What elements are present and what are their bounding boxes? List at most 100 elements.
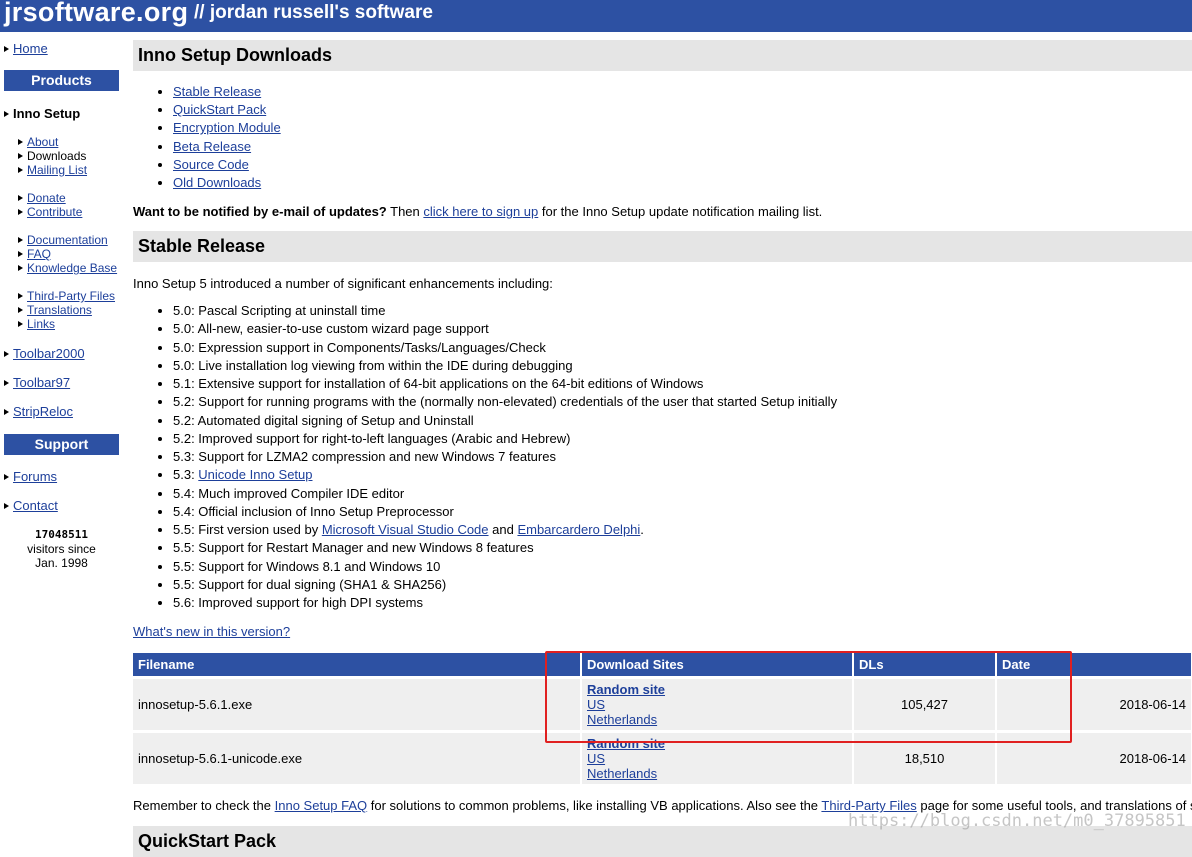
beta-release-link[interactable]: Beta Release: [173, 139, 251, 154]
dls-cell: 105,427: [853, 676, 997, 732]
vscode-link[interactable]: Microsoft Visual Studio Code: [322, 522, 489, 537]
translations-link[interactable]: Translations: [27, 303, 92, 317]
feature-item: 5.3: Unicode Inno Setup: [173, 466, 837, 484]
whats-new-row: What's new in this version?: [133, 624, 290, 639]
feature-prefix: 5.5: First version used by: [173, 522, 322, 537]
notify-paragraph: Want to be notified by e-mail of updates…: [133, 204, 822, 219]
stable-release-link[interactable]: Stable Release: [173, 84, 261, 99]
us-mirror-link[interactable]: US: [587, 751, 605, 766]
downloads-table: Filename Download Sites DLs Date innoset…: [133, 653, 1192, 784]
sidebar-sub-downloads: Downloads: [18, 149, 86, 163]
sidebar-sub-links[interactable]: Links: [18, 317, 55, 331]
whats-new-link[interactable]: What's new in this version?: [133, 624, 290, 639]
bullet-triangle-icon: [4, 380, 9, 386]
unicode-inno-setup-link[interactable]: Unicode Inno Setup: [198, 467, 312, 482]
sidebar-sub-contribute[interactable]: Contribute: [18, 205, 82, 219]
contribute-link[interactable]: Contribute: [27, 205, 82, 219]
list-item: Source Code: [173, 156, 281, 174]
third-party-files-link[interactable]: Third-Party Files: [27, 289, 115, 303]
download-sites-cell: Random site US Netherlands: [581, 730, 854, 784]
source-code-link[interactable]: Source Code: [173, 157, 249, 172]
feature-item: 5.1: Extensive support for installation …: [173, 375, 837, 393]
site-logo[interactable]: jrsoftware.org: [4, 0, 188, 28]
old-downloads-link[interactable]: Old Downloads: [173, 175, 261, 190]
feature-item: 5.2: Support for running programs with t…: [173, 393, 837, 411]
dls-cell: 18,510: [853, 730, 997, 784]
visitor-counter: 17048511 visitors since Jan. 1998: [4, 528, 119, 570]
remember-mid-text: for solutions to common problems, like i…: [367, 798, 822, 813]
toolbar2000-link[interactable]: Toolbar2000: [13, 346, 85, 361]
notify-then-text: Then: [386, 204, 424, 219]
products-heading: Products: [4, 70, 119, 91]
sidebar-sub-faq[interactable]: FAQ: [18, 247, 51, 261]
sidebar-sub-documentation[interactable]: Documentation: [18, 233, 108, 247]
bullet-triangle-icon: [18, 307, 23, 313]
documentation-link[interactable]: Documentation: [27, 233, 108, 247]
links-link[interactable]: Links: [27, 317, 55, 331]
mailing-list-link[interactable]: Mailing List: [27, 163, 87, 177]
sidebar-sub-about[interactable]: About: [18, 135, 58, 149]
home-link[interactable]: Home: [13, 41, 48, 56]
sidebar-item-inno-setup: Inno Setup: [4, 106, 80, 121]
sidebar-sub-third-party[interactable]: Third-Party Files: [18, 289, 115, 303]
bullet-triangle-icon: [4, 46, 9, 52]
download-sites-cell: Random site US Netherlands: [581, 676, 854, 732]
list-item: Old Downloads: [173, 174, 281, 192]
sidebar-sub-translations[interactable]: Translations: [18, 303, 92, 317]
site-header: jrsoftware.org // jordan russell's softw…: [0, 0, 1192, 32]
forums-link[interactable]: Forums: [13, 469, 57, 484]
random-site-link[interactable]: Random site: [587, 682, 665, 697]
delphi-link[interactable]: Embarcardero Delphi: [517, 522, 640, 537]
remember-pre-text: Remember to check the: [133, 798, 275, 813]
feature-item: 5.4: Much improved Compiler IDE editor: [173, 485, 837, 503]
bullet-triangle-icon: [4, 351, 9, 357]
sidebar-sub-mailing-list[interactable]: Mailing List: [18, 163, 87, 177]
feature-item: 5.4: Official inclusion of Inno Setup Pr…: [173, 503, 837, 521]
date-cell: 2018-06-14: [996, 676, 1192, 732]
toolbar97-link[interactable]: Toolbar97: [13, 375, 70, 390]
faq-link[interactable]: FAQ: [27, 247, 51, 261]
random-site-link[interactable]: Random site: [587, 736, 665, 751]
sidebar-sub-donate[interactable]: Donate: [18, 191, 66, 205]
about-link[interactable]: About: [27, 135, 58, 149]
main-content: Inno Setup Downloads Stable Release Quic…: [133, 32, 1192, 857]
sidebar-item-toolbar97[interactable]: Toolbar97: [4, 375, 70, 390]
stripreloc-link[interactable]: StripReloc: [13, 404, 73, 419]
header-date: Date: [996, 653, 1192, 678]
sidebar-item-contact[interactable]: Contact: [4, 498, 58, 513]
feature-item: 5.0: All-new, easier-to-use custom wizar…: [173, 320, 837, 338]
bullet-triangle-icon: [4, 409, 9, 415]
us-mirror-link[interactable]: US: [587, 697, 605, 712]
sidebar-sub-knowledge-base[interactable]: Knowledge Base: [18, 261, 117, 275]
quickstart-pack-link[interactable]: QuickStart Pack: [173, 102, 266, 117]
stable-release-heading: Stable Release: [133, 231, 1192, 262]
section-links: Stable Release QuickStart Pack Encryptio…: [133, 83, 281, 192]
table-row: innosetup-5.6.1.exe Random site US Nethe…: [133, 676, 1192, 732]
contact-link[interactable]: Contact: [13, 498, 58, 513]
knowledge-base-link[interactable]: Knowledge Base: [27, 261, 117, 275]
signup-link[interactable]: click here to sign up: [423, 204, 538, 219]
table-row: innosetup-5.6.1-unicode.exe Random site …: [133, 730, 1192, 784]
sidebar-item-forums[interactable]: Forums: [4, 469, 57, 484]
intro-text: Inno Setup 5 introduced a number of sign…: [133, 276, 553, 291]
feature-item: 5.0: Expression support in Components/Ta…: [173, 339, 837, 357]
bullet-triangle-icon: [18, 293, 23, 299]
encryption-module-link[interactable]: Encryption Module: [173, 120, 281, 135]
feature-item: 5.5: First version used by Microsoft Vis…: [173, 521, 837, 539]
feature-prefix: 5.3:: [173, 467, 199, 483]
inno-setup-faq-link[interactable]: Inno Setup FAQ: [275, 798, 368, 813]
bullet-triangle-icon: [18, 153, 23, 159]
donate-link[interactable]: Donate: [27, 191, 66, 205]
downloads-current: Downloads: [27, 149, 87, 163]
feature-item: 5.3: Support for LZMA2 compression and n…: [173, 448, 837, 466]
netherlands-mirror-link[interactable]: Netherlands: [587, 766, 657, 781]
netherlands-mirror-link[interactable]: Netherlands: [587, 712, 657, 727]
feature-item: 5.5: Support for Windows 8.1 and Windows…: [173, 558, 837, 576]
watermark-text: https://blog.csdn.net/m0_37895851: [848, 811, 1186, 831]
sidebar-item-stripreloc[interactable]: StripReloc: [4, 404, 73, 419]
sidebar-item-toolbar2000[interactable]: Toolbar2000: [4, 346, 85, 361]
list-item: Stable Release: [173, 83, 281, 101]
sidebar-item-home[interactable]: Home: [4, 41, 48, 56]
filename-cell: innosetup-5.6.1.exe: [133, 676, 582, 732]
date-cell: 2018-06-14: [996, 730, 1192, 784]
